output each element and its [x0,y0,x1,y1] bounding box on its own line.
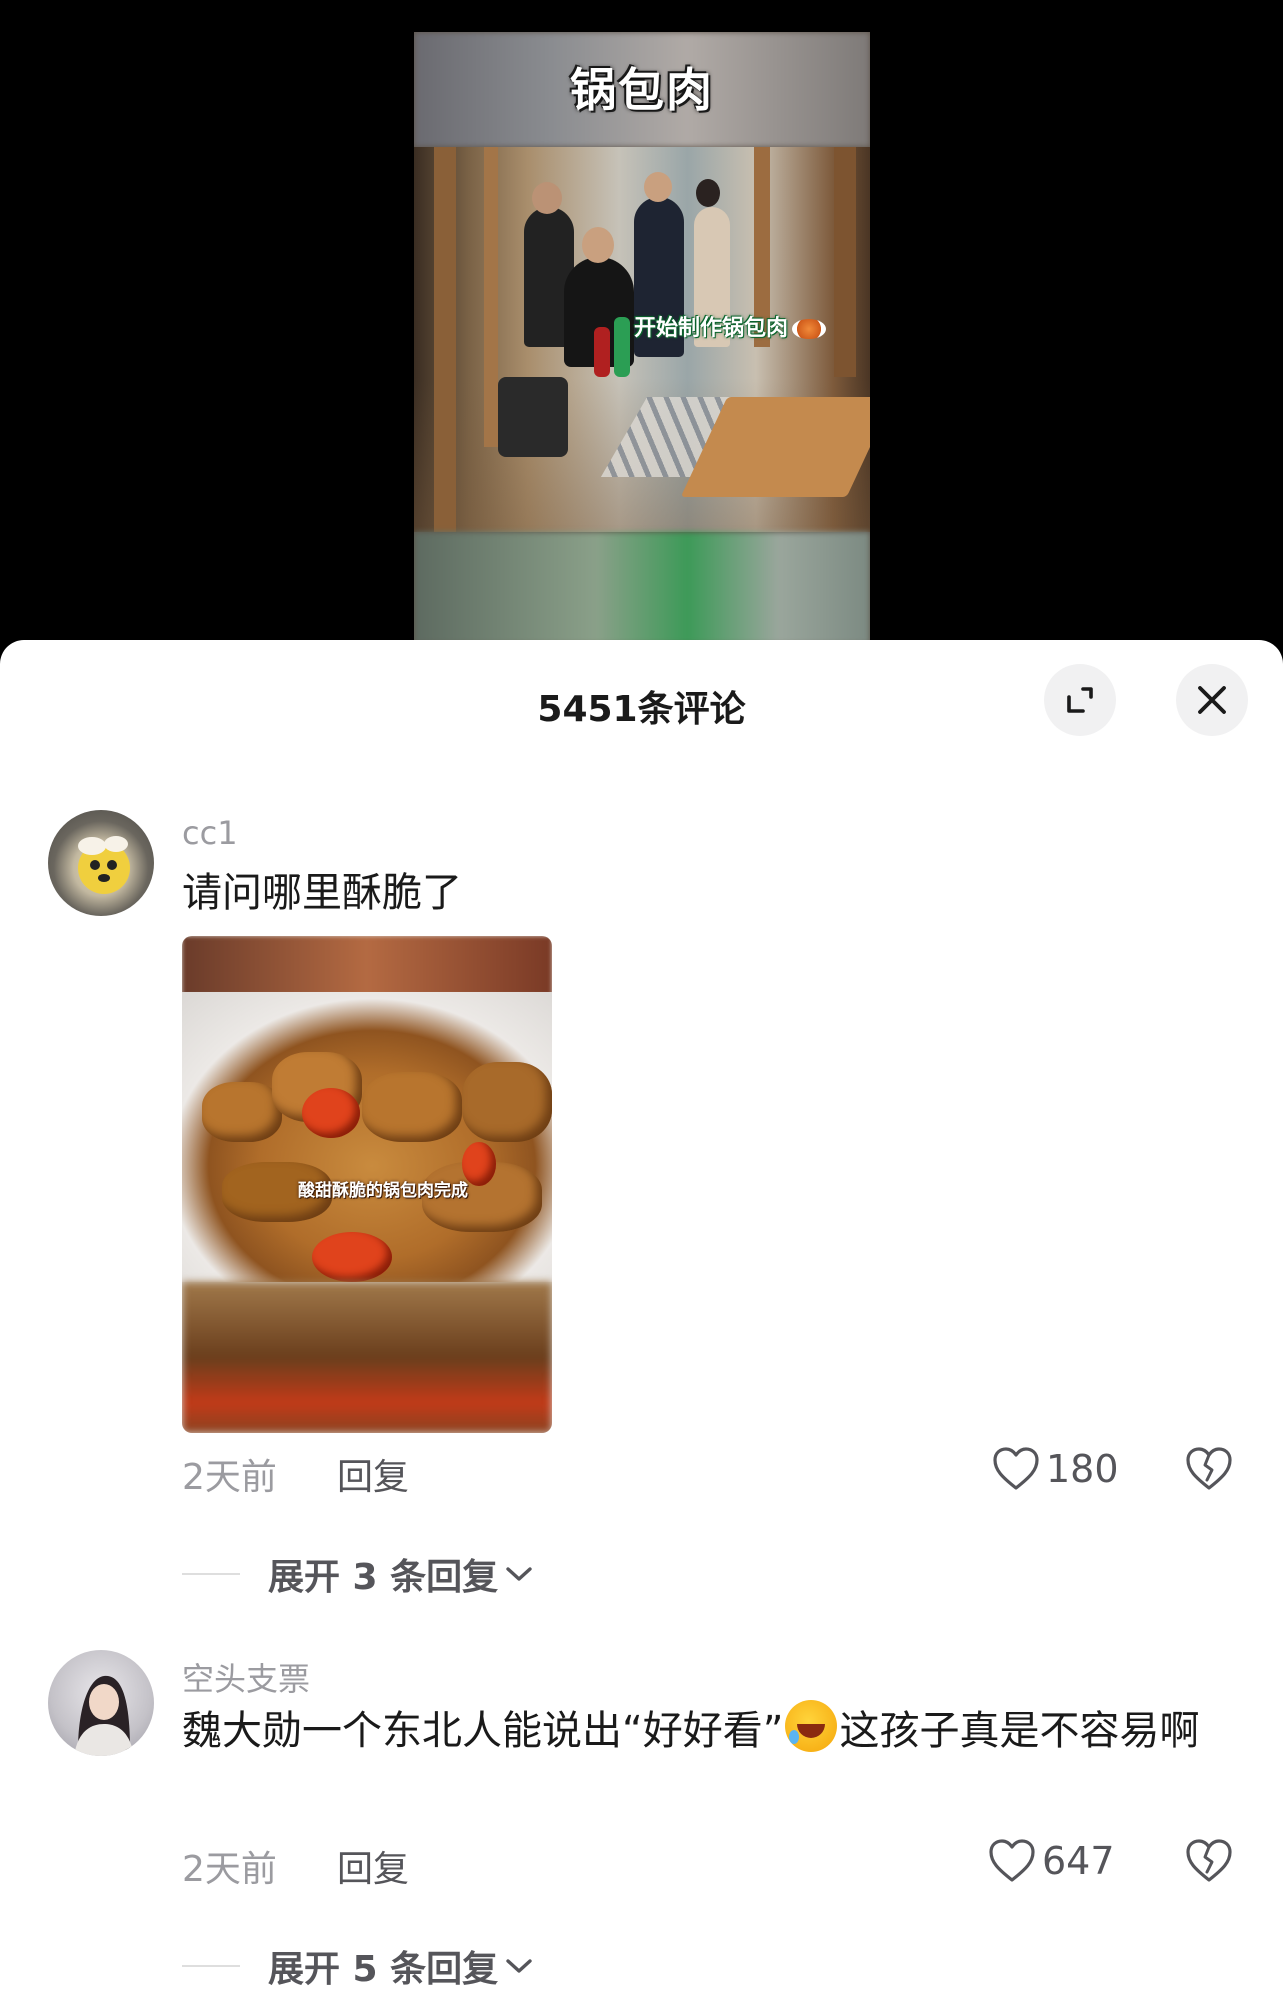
avatar[interactable] [48,810,154,916]
comment-username[interactable]: cc1 [182,814,238,852]
video-player[interactable]: 锅包肉 开始制作锅包肉 [414,32,870,644]
broken-heart-icon [1186,1839,1232,1882]
expand-replies-button[interactable]: 展开 3 条回复 [182,1548,534,1600]
comment-time: 2天前 [182,1849,277,1890]
like-count: 647 [1042,1839,1115,1883]
comment-image[interactable]: 酸甜酥脆的锅包肉完成 [182,936,552,1433]
chevron-down-icon [506,1959,532,1973]
expand-replies-label: 展开 3 条回复 [268,1557,499,1598]
heart-icon [993,1447,1039,1490]
like-count: 180 [1046,1447,1119,1491]
like-button[interactable]: 647 [988,1838,1115,1884]
comment-username[interactable]: 空头支票 [182,1654,310,1700]
reply-button[interactable]: 回复 [337,1448,409,1500]
divider-line [182,1965,240,1967]
laughing-emoji-icon [785,1700,838,1752]
comment-image-caption: 酸甜酥脆的锅包肉完成 [298,1181,468,1201]
comment-text: 请问哪里酥脆了 [182,870,462,916]
heart-icon [989,1839,1035,1882]
like-button[interactable]: 180 [992,1446,1119,1492]
video-title: 锅包肉 [570,63,714,117]
chevron-down-icon [506,1567,532,1581]
food-bowl-icon [792,319,827,339]
video-caption: 开始制作锅包肉 [634,310,827,342]
comment-time: 2天前 [182,1457,277,1498]
expand-replies-label: 展开 5 条回复 [268,1949,499,1990]
close-icon [1198,686,1226,714]
avatar[interactable] [48,1650,154,1756]
reply-button[interactable]: 回复 [337,1840,409,1892]
comment-text: 魏大勋一个东北人能说出“好好看” 这孩子真是不容易啊 [182,1700,1222,1762]
dislike-button[interactable] [1185,1838,1233,1888]
broken-heart-icon [1186,1447,1232,1490]
video-blurred-bottom [414,532,870,644]
expand-replies-button[interactable]: 展开 5 条回复 [182,1940,534,1992]
expand-button[interactable] [1044,664,1116,736]
divider-line [182,1573,240,1575]
dislike-button[interactable] [1185,1446,1233,1496]
close-button[interactable] [1176,664,1248,736]
comment-sheet: 5451条评论 cc1 请问哪里酥脆了 酸甜酥脆的锅包肉完成 2天前 回复 18… [0,640,1283,2000]
expand-icon [1067,687,1093,713]
